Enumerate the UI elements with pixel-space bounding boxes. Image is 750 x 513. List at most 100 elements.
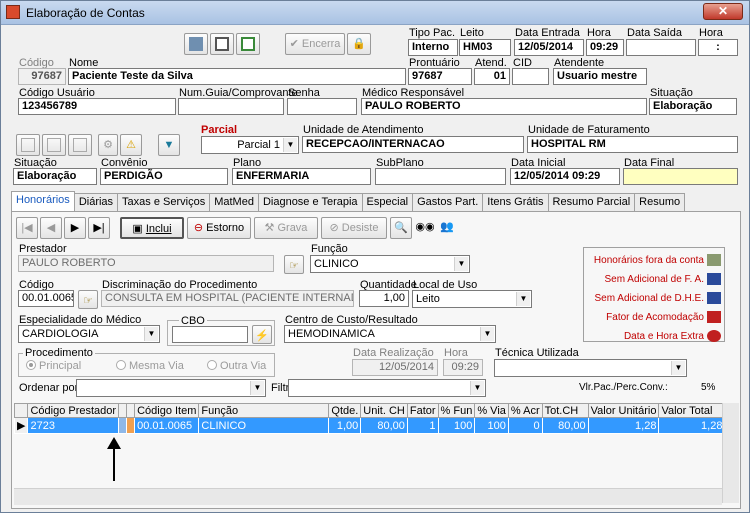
close-parcial-button[interactable] (42, 134, 66, 156)
estorno-button[interactable]: ⊖ Estorno (187, 217, 251, 239)
print-button[interactable] (210, 33, 234, 55)
next-record-button[interactable]: ▶ (64, 217, 86, 239)
close-button[interactable]: ✕ (703, 3, 743, 20)
nome-field[interactable]: Paciente Teste da Silva (68, 68, 406, 85)
col-valor-unitario[interactable]: Valor Unitário (587, 403, 660, 418)
col-pct-fun[interactable]: % Fun (437, 403, 476, 418)
tab-diagnose-terapia[interactable]: Diagnose e Terapia (257, 193, 363, 211)
cell-unit-ch[interactable]: 80,00 (360, 417, 408, 434)
search-button[interactable]: 🔍 (390, 217, 412, 239)
tab-diarias[interactable]: Diárias (73, 193, 119, 211)
situacao-field[interactable]: Elaboração (649, 98, 737, 115)
new-parcial-button[interactable] (16, 134, 40, 156)
hora-saida-field[interactable]: : (698, 39, 738, 56)
col-codigo-prestador[interactable]: Código Prestador (27, 403, 120, 418)
data-inicial-field[interactable]: 12/05/2014 09:29 (510, 168, 620, 185)
medico-field[interactable]: PAULO ROBERTO (361, 98, 647, 115)
col-pct-acr[interactable]: % Acr (507, 403, 543, 418)
leito-field[interactable]: HM03 (459, 39, 511, 56)
col-qtde[interactable]: Qtde. (328, 403, 362, 418)
cbo-lookup-button[interactable]: ⚡ (252, 325, 272, 344)
inclui-button[interactable]: ▣ Inclui (120, 217, 184, 239)
cid-field[interactable] (512, 68, 549, 85)
col-unit-ch[interactable]: Unit. CH (360, 403, 408, 418)
data-saida-field[interactable] (626, 39, 696, 56)
especialidade-select[interactable]: CARDIOLOGIA ▼ (18, 325, 160, 343)
print-preview-button[interactable] (236, 33, 260, 55)
desiste-button[interactable]: ⊘ Desiste (321, 217, 387, 239)
hora-realizacao-field[interactable]: 09:29 (443, 359, 483, 376)
col-codigo-item[interactable]: Código Item (134, 403, 200, 418)
cell-qtde[interactable]: 1,00 (328, 417, 362, 434)
cell-pct-acr[interactable]: 0 (507, 417, 543, 434)
prontuario-field[interactable]: 97687 (408, 68, 472, 85)
cell-fator[interactable]: 1 (406, 417, 439, 434)
unidade-atend-field[interactable]: RECEPCAO/INTERNACAO (302, 136, 524, 153)
copy-parcial-button[interactable] (68, 134, 92, 156)
tab-honorarios[interactable]: Honorários (11, 191, 75, 211)
ordenar-select[interactable]: ▼ (76, 379, 266, 397)
horizontal-scrollbar[interactable] (14, 488, 722, 505)
quantidade-field[interactable]: 1,00 (359, 290, 409, 307)
data-entrada-field[interactable]: 12/05/2014 (514, 39, 584, 56)
properties-button[interactable] (184, 33, 208, 55)
data-final-field[interactable] (623, 168, 738, 185)
warning-button[interactable]: ⚠ (120, 134, 142, 156)
radio-outra-via[interactable]: Outra Via (207, 360, 266, 372)
data-realizacao-field[interactable]: 12/05/2014 (352, 359, 438, 376)
binoculars-button[interactable]: ◉◉ (414, 217, 436, 239)
tab-matmed[interactable]: MatMed (209, 193, 259, 211)
encerra-button[interactable]: ✔ Encerra (285, 33, 345, 55)
tab-taxas-servicos[interactable]: Taxas e Serviços (117, 193, 211, 211)
tab-resumo[interactable]: Resumo (634, 193, 686, 211)
prestador-field[interactable]: PAULO ROBERTO (18, 255, 274, 272)
filter-button[interactable]: ▼ (158, 134, 180, 156)
last-record-button[interactable]: ▶| (88, 217, 110, 239)
col-pct-via[interactable]: % Via (474, 403, 509, 418)
cell-codigo-prestador[interactable]: 2723 (27, 417, 120, 434)
radio-mesma-via[interactable]: Mesma Via (116, 360, 184, 372)
tipo-pac-field[interactable]: Interno (408, 39, 458, 56)
cell-funcao[interactable]: CLINICO (198, 417, 330, 434)
cell-flag1[interactable] (118, 417, 128, 434)
col-tot-ch[interactable]: Tot.CH (541, 403, 589, 418)
cell-pct-via[interactable]: 100 (474, 417, 509, 434)
atendente-field[interactable]: Usuario mestre (553, 68, 647, 85)
tab-resumo-parcial[interactable]: Resumo Parcial (547, 193, 636, 211)
centro-select[interactable]: HEMODINAMICA ▼ (284, 325, 496, 343)
radio-principal[interactable]: Principal (26, 360, 81, 372)
vertical-scrollbar[interactable] (722, 403, 739, 503)
gear-button[interactable]: ⚙ (98, 134, 118, 156)
lock-button[interactable]: 🔒 (347, 33, 371, 55)
tab-itens-gratis[interactable]: Itens Grátis (482, 193, 549, 211)
parcial-select[interactable]: Parcial 1 ▼ (201, 136, 299, 154)
cell-tot-ch[interactable]: 80,00 (541, 417, 589, 434)
cell-pct-fun[interactable]: 100 (437, 417, 476, 434)
atend-field[interactable]: 01 (474, 68, 510, 85)
tab-gastos-part[interactable]: Gastos Part. (412, 193, 484, 211)
cbo-field[interactable] (172, 326, 248, 343)
cell-flag2[interactable] (126, 417, 136, 434)
table-row[interactable]: ▶ 2723 00.01.0065 CLINICO 1,00 80,00 1 1… (13, 417, 726, 434)
tecnica-select[interactable]: ▼ (494, 359, 687, 377)
cell-codigo-item[interactable]: 00.01.0065 (134, 417, 200, 434)
senha-field[interactable] (287, 98, 357, 115)
codigo-lookup-button[interactable]: ☞ (78, 290, 98, 309)
codigo-usuario-field[interactable]: 123456789 (18, 98, 176, 115)
cell-valor-total[interactable]: 1,28 (658, 417, 726, 434)
hora-entrada-field[interactable]: 09:29 (586, 39, 624, 56)
funcao-select[interactable]: CLINICO ▼ (310, 255, 470, 273)
subplano-field[interactable] (375, 168, 506, 185)
col-valor-total[interactable]: Valor Total (658, 403, 726, 418)
col-funcao[interactable]: Função (198, 403, 330, 418)
local-select[interactable]: Leito ▼ (412, 290, 532, 308)
first-record-button[interactable]: |◀ (16, 217, 38, 239)
cell-valor-unitario[interactable]: 1,28 (587, 417, 660, 434)
situacao-parcial-field[interactable]: Elaboração (13, 168, 97, 185)
prev-record-button[interactable]: ◀ (40, 217, 62, 239)
unidade-fat-field[interactable]: HOSPITAL RM (527, 136, 738, 153)
col-fator[interactable]: Fator (406, 403, 439, 418)
num-guia-field[interactable] (178, 98, 284, 115)
prestador-lookup-button[interactable]: ☞ (284, 255, 304, 274)
convenio-field[interactable]: PERDIGÃO (100, 168, 228, 185)
